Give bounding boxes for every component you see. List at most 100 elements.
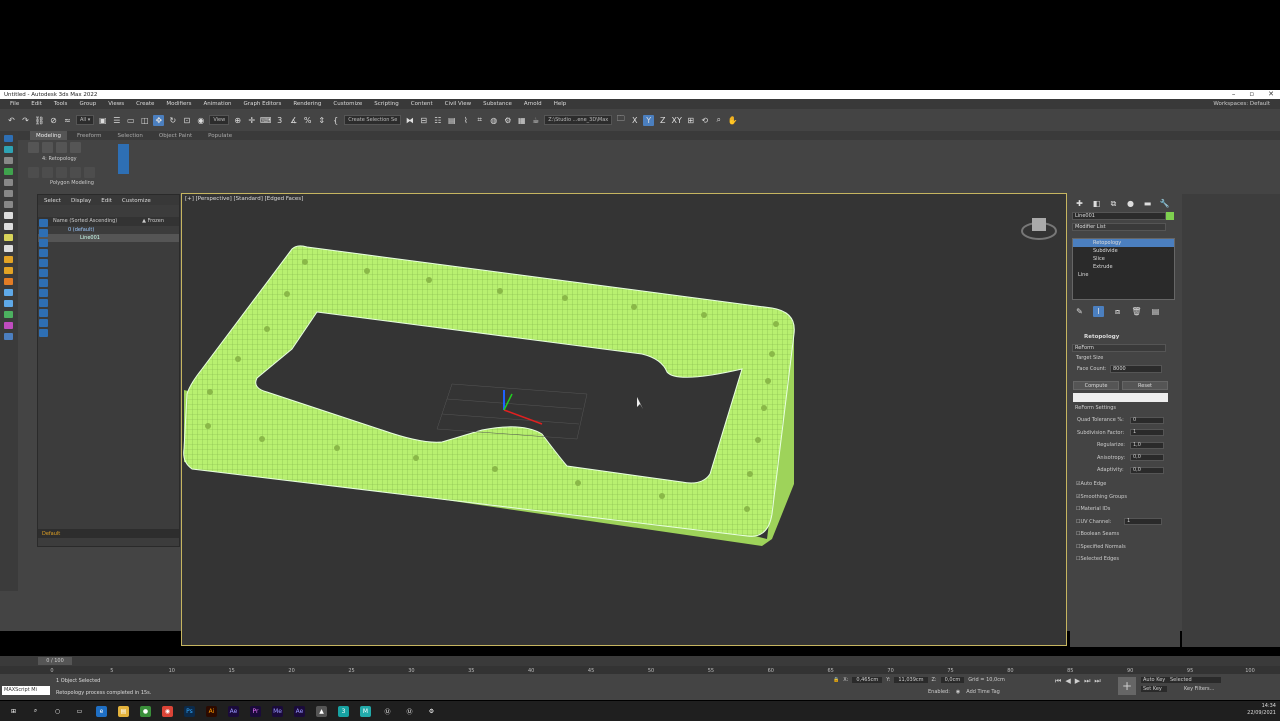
tab-freeform[interactable]: Freeform	[71, 131, 108, 140]
maxscript-listener[interactable]: MAXScript Mi	[2, 686, 50, 695]
windows-start-icon[interactable]: ⊞	[8, 706, 19, 717]
axis-x-icon[interactable]: X	[629, 115, 640, 126]
filter-icon[interactable]	[39, 229, 48, 237]
task-view-icon[interactable]: ▭	[74, 706, 85, 717]
folder-icon[interactable]: 🗀	[615, 114, 626, 126]
show-end-result-icon[interactable]: Ⅰ	[1093, 306, 1104, 317]
tool-icon[interactable]	[4, 322, 13, 329]
object-color-swatch[interactable]	[1166, 212, 1174, 220]
stack-item-extrude[interactable]: Extrude	[1073, 263, 1174, 271]
percent-snap-icon[interactable]: %	[302, 115, 313, 126]
modify-icon[interactable]	[4, 146, 13, 153]
tool-icon[interactable]	[4, 289, 13, 296]
prev-frame-icon[interactable]: ◀	[1065, 677, 1070, 686]
window-crossing-icon[interactable]: ◫	[139, 115, 150, 126]
set-key-label[interactable]: Set Key	[1141, 686, 1168, 692]
grid-snap-icon[interactable]: ⊞	[685, 115, 696, 126]
tool-icon[interactable]	[4, 201, 13, 208]
remove-modifier-icon[interactable]: 🗑	[1131, 306, 1142, 317]
filter-icon[interactable]	[39, 289, 48, 297]
redo-icon[interactable]: ↷	[20, 115, 31, 126]
filter-icon[interactable]	[39, 269, 48, 277]
compute-button[interactable]: Compute	[1073, 381, 1119, 390]
app-icon[interactable]: ●	[140, 705, 151, 717]
modify-tab-icon[interactable]: ◧	[1091, 198, 1102, 209]
clock-date[interactable]: 22/09/2021	[1247, 710, 1276, 717]
snaps-toggle-icon[interactable]: 3	[274, 115, 285, 126]
check-specified-normals[interactable]: ☐ Specified Normals	[1076, 541, 1176, 554]
uv-channel-value[interactable]: 1	[1124, 518, 1162, 526]
after-effects-icon[interactable]: Ae	[294, 705, 305, 717]
pivot-icon[interactable]: ⊕	[232, 115, 243, 126]
menu-arnold[interactable]: Arnold	[518, 101, 548, 107]
coord-y[interactable]: 11,039cm	[894, 677, 928, 683]
ribbon-group-label[interactable]: Polygon Modeling	[50, 180, 94, 186]
placement-icon[interactable]: ◉	[195, 115, 206, 126]
mesh-object[interactable]	[182, 194, 1066, 645]
cortana-icon[interactable]: ○	[52, 706, 63, 717]
scale-icon[interactable]: ⊡	[181, 115, 192, 126]
arc-rotate-icon[interactable]: ⟲	[699, 115, 710, 126]
scene-tab-edit[interactable]: Edit	[101, 198, 112, 204]
scene-tab-customize[interactable]: Customize	[122, 198, 151, 204]
param-value[interactable]: 0,0	[1130, 466, 1164, 474]
edge-icon[interactable]: e	[96, 705, 107, 717]
list-item[interactable]: Line001	[38, 234, 179, 242]
select-manipulate-icon[interactable]: ✛	[246, 115, 257, 126]
coord-x[interactable]: 0,465cm	[852, 677, 883, 683]
light-icon[interactable]	[4, 256, 13, 263]
coord-z[interactable]: 0,0cm	[940, 677, 965, 683]
maximize-icon[interactable]: ▫	[1249, 90, 1254, 98]
filter-icon[interactable]	[39, 319, 48, 327]
param-value[interactable]: 0	[1130, 416, 1164, 424]
axis-xy-icon[interactable]: XY	[671, 115, 682, 126]
method-dropdown[interactable]: ReForm	[1072, 344, 1166, 352]
named-selection-sets[interactable]: Create Selection Se	[344, 115, 402, 125]
ribbon-expand-button[interactable]	[118, 144, 129, 174]
display-tab-icon[interactable]: ▬	[1142, 198, 1153, 209]
light-icon[interactable]	[4, 278, 13, 285]
configure-sets-icon[interactable]: ▤	[1150, 306, 1161, 317]
render-setup-icon[interactable]: ⚙	[502, 115, 513, 126]
tab-modeling[interactable]: Modeling	[30, 131, 68, 140]
premiere-icon[interactable]: Pr	[250, 705, 261, 717]
set-key-button[interactable]: +	[1118, 677, 1136, 695]
reset-button[interactable]: Reset	[1122, 381, 1168, 390]
rotate-icon[interactable]: ↻	[167, 115, 178, 126]
edit-named-sets-icon[interactable]: {	[330, 115, 341, 126]
menu-civil-view[interactable]: Civil View	[439, 101, 477, 107]
photoshop-icon[interactable]: Ps	[184, 705, 195, 717]
check-uv-channel[interactable]: ☐ UV Channel: 1	[1076, 516, 1176, 529]
utilities-icon[interactable]	[4, 190, 13, 197]
track-ruler[interactable]: 0 5 10 15 20 25 30 35 40 45 50 55 60 65 70 75 80 85 90 95 10…	[0, 666, 1280, 674]
menu-help[interactable]: Help	[548, 101, 573, 107]
add-time-tag[interactable]: Add Time Tag	[966, 689, 1000, 695]
tool-icon[interactable]	[4, 212, 13, 219]
poly-tool-icon[interactable]	[28, 142, 39, 153]
filter-icon[interactable]	[39, 259, 48, 267]
clock-time[interactable]: 14:34	[1247, 703, 1276, 710]
app-icon[interactable]: M	[360, 705, 371, 717]
unlink-icon[interactable]: ⊘	[48, 115, 59, 126]
scene-tab-select[interactable]: Select	[44, 198, 61, 204]
reference-coord-select[interactable]: View	[209, 115, 230, 125]
pin-stack-icon[interactable]: ✎	[1074, 306, 1085, 317]
schematic-view-icon[interactable]: ⌗	[474, 115, 485, 126]
selected-dropdown[interactable]: Selected	[1166, 677, 1221, 683]
menu-edit[interactable]: Edit	[25, 101, 48, 107]
menu-customize[interactable]: Customize	[327, 101, 368, 107]
col-name[interactable]: Name (Sorted Ascending)	[53, 218, 117, 225]
project-path[interactable]: Z:\Studio ...ene_3D\Max	[544, 115, 613, 125]
tool-icon[interactable]	[4, 223, 13, 230]
display-icon[interactable]	[4, 179, 13, 186]
play-icon[interactable]: ▶	[1075, 677, 1080, 686]
menu-file[interactable]: File	[4, 101, 25, 107]
tab-selection[interactable]: Selection	[112, 131, 149, 140]
perspective-viewport[interactable]: [+] [Perspective] [Standard] [Edged Face…	[181, 193, 1067, 646]
menu-tools[interactable]: Tools	[48, 101, 74, 107]
stack-item-slice[interactable]: Slice	[1073, 255, 1174, 263]
param-value[interactable]: 1	[1130, 429, 1164, 437]
tool-icon[interactable]	[4, 234, 13, 241]
menu-substance[interactable]: Substance	[477, 101, 518, 107]
check-smoothing-groups[interactable]: ☑ Smoothing Groups	[1076, 491, 1176, 504]
